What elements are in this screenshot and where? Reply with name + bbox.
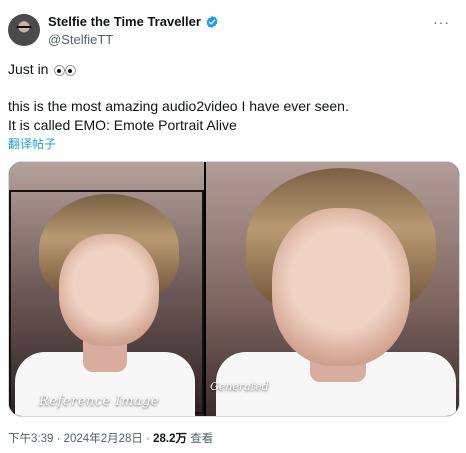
tweet-meta: 下午3:39 · 2024年2月28日 · 28.2万 查看 (8, 430, 213, 446)
tweet-text: Just in this is the most amazing audio2v… (8, 60, 458, 135)
tweet-date[interactable]: 2024年2月28日 (64, 433, 143, 445)
tweet-line-1: Just in (8, 60, 458, 79)
avatar-glasses (16, 26, 32, 32)
author-name-row: Stelfie the Time Traveller (48, 14, 219, 29)
verified-badge-icon (206, 15, 218, 28)
reference-caption: Reference Image (39, 394, 160, 409)
more-options-icon[interactable]: ··· (433, 14, 450, 30)
view-label: 查看 (187, 433, 214, 445)
meta-separator: · (142, 433, 154, 445)
author-name[interactable]: Stelfie the Time Traveller (48, 14, 201, 29)
view-count: 28.2万 (153, 433, 188, 445)
author-handle[interactable]: @StelfieTT (48, 32, 113, 47)
generated-caption: Generated (210, 380, 269, 393)
generated-face (272, 208, 410, 366)
tweet-line-2: this is the most amazing audio2video I h… (8, 98, 349, 114)
meta-separator: · (53, 433, 64, 445)
reference-face (59, 234, 159, 346)
tweet-media[interactable]: Reference Image Generated (8, 161, 460, 417)
user-avatar[interactable] (8, 14, 40, 46)
tweet-header: Stelfie the Time Traveller @StelfieTT ··… (8, 12, 458, 52)
tweet-time[interactable]: 下午3:39 (8, 433, 53, 445)
generated-video-panel: Generated (206, 162, 459, 416)
reference-image-panel: Reference Image (9, 162, 204, 416)
tweet-line-3: It is called EMO: Emote Portrait Alive (8, 117, 237, 133)
tweet-line-1-text: Just in (8, 61, 49, 77)
eyes-emoji-icon (54, 60, 77, 79)
translate-post-link[interactable]: 翻译帖子 (8, 135, 56, 152)
